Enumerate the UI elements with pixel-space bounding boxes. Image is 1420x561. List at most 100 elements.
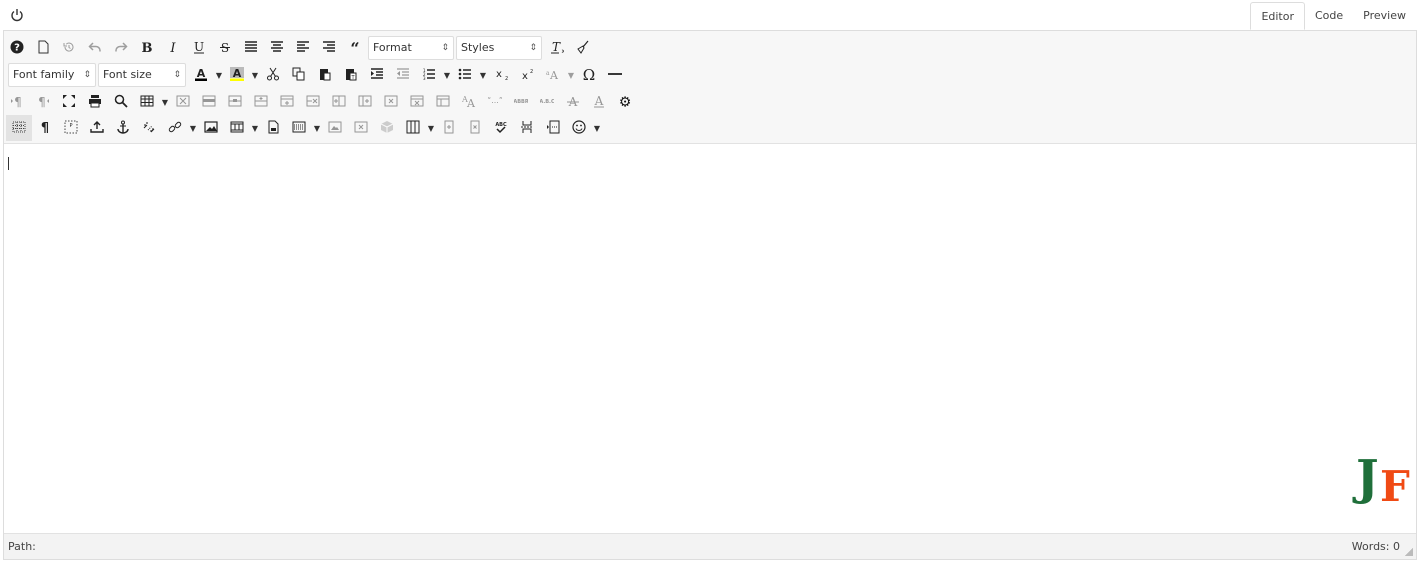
clear-formatting-button[interactable]: Tx [544,35,570,61]
link-button[interactable] [162,115,188,141]
align-right-button[interactable] [316,35,342,61]
anchor-button[interactable] [110,115,136,141]
help-button[interactable]: ? [4,35,30,61]
change-case-button[interactable]: aA [540,62,566,88]
link-dropdown[interactable]: ▼ [188,115,198,141]
outdent-button[interactable] [390,62,416,88]
styles-select[interactable]: Styles ⇕ [456,36,542,60]
acronym-button[interactable]: A.B.C [534,89,560,115]
show-blocks-button[interactable]: P [58,115,84,141]
editor-content-area[interactable]: J F [4,144,1416,534]
special-character-button[interactable]: Ω [576,62,602,88]
font-family-select[interactable]: Font family ⇕ [8,63,96,87]
abbreviation-button[interactable]: ABBR [508,89,534,115]
emoticons-dropdown[interactable]: ▼ [592,115,602,141]
indent-button[interactable] [364,62,390,88]
text-color-icon: A [194,67,208,84]
quotation-button[interactable]: “...” [482,89,508,115]
edit-image-button[interactable] [322,115,348,141]
text-color-dropdown[interactable]: ▼ [214,62,224,88]
cut-button[interactable] [260,62,286,88]
tab-editor[interactable]: Editor [1250,2,1305,30]
insert-column-button[interactable] [436,115,462,141]
template-button[interactable] [260,115,286,141]
italic-button[interactable]: I [160,35,186,61]
text-color-button[interactable]: A [188,62,214,88]
table-dropdown[interactable]: ▼ [160,89,170,115]
undo-button[interactable] [82,35,108,61]
remove-column-button[interactable] [462,115,488,141]
media-button[interactable] [224,115,250,141]
paste-button[interactable] [312,62,338,88]
insert-row-after-button[interactable] [274,89,300,115]
restore-draft-button[interactable] [56,35,82,61]
delete-table-button[interactable] [170,89,196,115]
tab-code[interactable]: Code [1305,2,1353,30]
visual-aid-button[interactable] [6,115,32,141]
superscript-button[interactable]: x2 [514,62,540,88]
subscript-button[interactable]: x2 [488,62,514,88]
power-icon[interactable] [10,8,24,22]
split-cells-button[interactable] [430,89,456,115]
delete-row-button[interactable] [300,89,326,115]
numbered-list-button[interactable]: 123 [416,62,442,88]
change-case-dropdown[interactable]: ▼ [566,62,576,88]
fullscreen-button[interactable] [56,89,82,115]
blockquote-button[interactable]: “ [342,35,368,61]
table-button[interactable] [134,89,160,115]
emoticons-button[interactable] [566,115,592,141]
upload-button[interactable] [84,115,110,141]
insert-column-before-button[interactable] [326,89,352,115]
insert-row-before-button[interactable] [248,89,274,115]
deletion-button[interactable]: A [560,89,586,115]
insertion-button[interactable]: A [586,89,612,115]
3d-object-button[interactable] [374,115,400,141]
redo-button[interactable] [108,35,134,61]
align-left-button[interactable] [290,35,316,61]
font-size-select[interactable]: Font size ⇕ [98,63,186,87]
remove-image-button[interactable] [348,115,374,141]
unlink-button[interactable] [136,115,162,141]
find-replace-button[interactable] [108,89,134,115]
merge-cells-button[interactable] [404,89,430,115]
strikethrough-button[interactable]: S [212,35,238,61]
rtl-button[interactable]: ¶ [30,89,56,115]
highlight-color-dropdown[interactable]: ▼ [250,62,260,88]
underline-button[interactable]: U [186,35,212,61]
columns-dropdown[interactable]: ▼ [426,115,436,141]
code-sample-button[interactable] [286,115,312,141]
image-button[interactable] [198,115,224,141]
format-select[interactable]: Format ⇕ [368,36,454,60]
bullet-list-dropdown[interactable]: ▼ [478,62,488,88]
bullet-list-button[interactable] [452,62,478,88]
paste-as-text-button[interactable]: T [338,62,364,88]
bold-button[interactable]: B [134,35,160,61]
spellcheck-button[interactable]: ABC [488,115,514,141]
resize-handle-icon[interactable] [1405,548,1413,556]
omega-icon: Ω [582,66,596,84]
new-document-button[interactable] [30,35,56,61]
media-dropdown[interactable]: ▼ [250,115,260,141]
highlight-color-button[interactable]: A [224,62,250,88]
styles-button[interactable]: AA [456,89,482,115]
print-button[interactable] [82,89,108,115]
non-breaking-space-button[interactable] [540,115,566,141]
copy-button[interactable] [286,62,312,88]
align-center-button[interactable] [264,35,290,61]
page-break-button[interactable] [514,115,540,141]
numbered-list-dropdown[interactable]: ▼ [442,62,452,88]
show-invisibles-button[interactable]: ¶ [32,115,58,141]
ltr-button[interactable]: ¶ [4,89,30,115]
tab-preview[interactable]: Preview [1353,2,1416,30]
horizontal-rule-button[interactable] [602,62,628,88]
svg-text:2: 2 [505,76,508,81]
columns-button[interactable] [400,115,426,141]
row-properties-button[interactable] [196,89,222,115]
cell-properties-button[interactable] [222,89,248,115]
delete-column-button[interactable] [378,89,404,115]
settings-button[interactable]: ⚙ [612,89,638,115]
clean-up-button[interactable] [570,35,596,61]
align-justify-button[interactable] [238,35,264,61]
code-sample-dropdown[interactable]: ▼ [312,115,322,141]
insert-column-after-button[interactable] [352,89,378,115]
